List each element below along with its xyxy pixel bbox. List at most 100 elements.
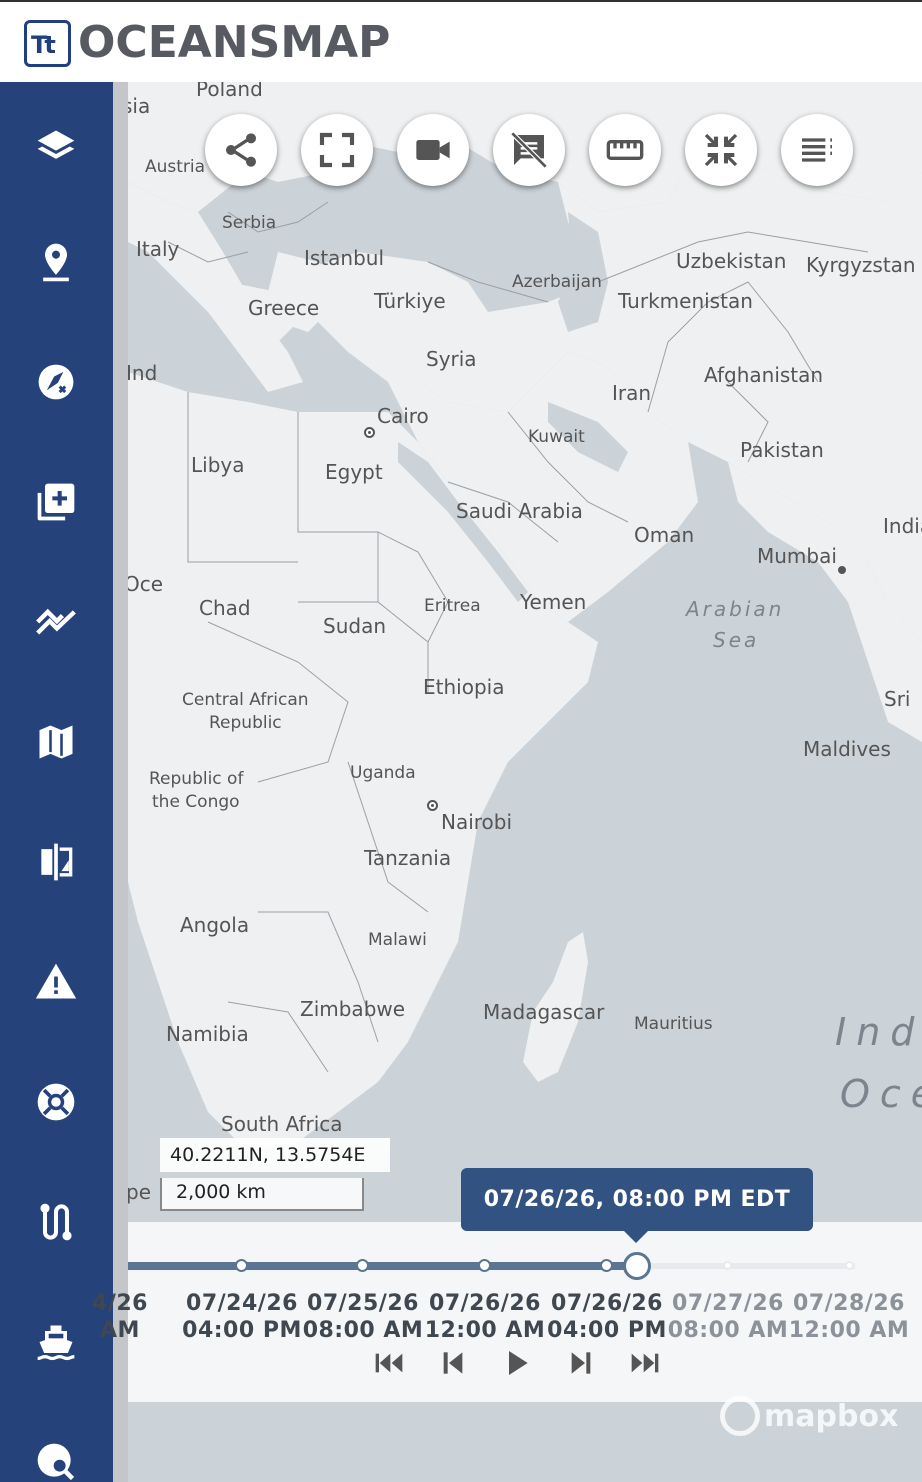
timeline-slider-thumb[interactable] <box>623 1252 651 1280</box>
fullscreen-icon <box>319 132 355 168</box>
tick-time: 08:00 AM <box>302 1318 424 1343</box>
step-back-icon <box>443 1352 463 1374</box>
mapbox-logo-icon <box>720 1396 760 1436</box>
map-label: India <box>883 514 922 538</box>
map-label: Istanbul <box>304 246 385 270</box>
tick-time: 12:00 AM <box>788 1318 910 1343</box>
map-label: Kuwait <box>528 427 585 447</box>
record-button[interactable] <box>397 114 469 186</box>
tick-date: 07/25/26 <box>307 1291 419 1316</box>
map-label: Chad <box>199 596 251 620</box>
chart-button[interactable] <box>26 592 86 652</box>
map-label: Ind <box>128 361 158 385</box>
collapse-icon <box>704 133 738 167</box>
cursor-coordinates: 40.2211N, 13.5754E <box>160 1138 390 1172</box>
timeline-step[interactable] <box>478 1259 491 1272</box>
map-label: Cairo <box>377 404 429 428</box>
map-label: Austria <box>145 157 206 177</box>
add-layer-button[interactable] <box>26 472 86 532</box>
timeline-step[interactable] <box>845 1261 854 1270</box>
timeline-tick-label: 07/24/26 04:00 PM <box>180 1290 304 1344</box>
chart-line-icon <box>36 608 76 635</box>
skip-to-end-button[interactable] <box>628 1346 662 1380</box>
map-label: the Congo <box>152 792 240 812</box>
legend-menu-button[interactable] <box>781 114 853 186</box>
map-label: Angola <box>180 913 250 937</box>
map-label: Maldives <box>803 737 891 761</box>
location-pin-icon <box>43 243 69 282</box>
timeline-track-remaining[interactable] <box>635 1263 855 1269</box>
route-button[interactable] <box>26 1192 86 1252</box>
timeline-step[interactable] <box>235 1259 248 1272</box>
map-label: pe <box>128 1180 151 1204</box>
step-back-button[interactable] <box>436 1346 470 1380</box>
map-label: Poland <box>196 82 263 101</box>
city-marker <box>427 800 438 811</box>
app-title: OCEANSMAP <box>78 17 391 68</box>
ruler-icon <box>606 140 644 160</box>
play-button[interactable] <box>500 1346 534 1380</box>
map-label: sia <box>128 94 151 118</box>
map-label: Syria <box>426 347 477 371</box>
tick-date: 07/26/26 <box>429 1291 541 1316</box>
tick-time: 04:00 PM <box>182 1318 302 1343</box>
timeline-step[interactable] <box>356 1259 369 1272</box>
step-forward-icon <box>571 1352 591 1374</box>
logo-mark[interactable]: Tt <box>24 20 71 67</box>
timeline-tick-label: 07/25/26 08:00 AM <box>301 1290 425 1344</box>
sidebar <box>0 82 113 1482</box>
timeline-step[interactable] <box>600 1259 613 1272</box>
fullscreen-button[interactable] <box>301 114 373 186</box>
tick-date: 4/26 <box>92 1291 148 1316</box>
lifebuoy-icon <box>37 1083 75 1121</box>
map-label: Serbia <box>222 213 277 233</box>
mapbox-attribution[interactable]: mapbox <box>720 1396 898 1436</box>
sidebar-scrollbar[interactable] <box>113 82 128 1482</box>
step-forward-button[interactable] <box>564 1346 598 1380</box>
city-marker <box>364 427 375 438</box>
timeline-tick-label: 4/26 AM <box>58 1290 182 1344</box>
add-layer-icon <box>37 483 75 521</box>
map-label: Madagascar <box>483 1000 605 1024</box>
map-label: Sudan <box>323 614 386 638</box>
search-globe-icon <box>37 1443 75 1481</box>
search-globe-button[interactable] <box>26 1432 86 1482</box>
compass-button[interactable] <box>26 352 86 412</box>
map-label: Kyrgyzstan <box>806 253 916 277</box>
share-button[interactable] <box>205 114 277 186</box>
map-label: Zimbabwe <box>300 997 406 1021</box>
timeline-step[interactable] <box>723 1261 732 1270</box>
map-label: Sri <box>884 687 911 711</box>
measure-button[interactable] <box>589 114 661 186</box>
city-marker <box>838 566 846 574</box>
map-label: Pakistan <box>740 438 824 462</box>
timeline-tick-label: 07/26/26 04:00 PM <box>545 1290 669 1344</box>
current-time-tooltip: 07/26/26, 08:00 PM EDT <box>461 1168 813 1243</box>
warnings-button[interactable] <box>26 952 86 1012</box>
hide-legend-icon <box>510 131 548 169</box>
map-label: Egypt <box>325 460 383 484</box>
timeline-track-elapsed[interactable] <box>128 1262 635 1270</box>
map-label: Uzbekistan <box>676 249 787 273</box>
map-label: Oman <box>634 523 695 547</box>
help-button[interactable] <box>26 1072 86 1132</box>
compass-icon <box>38 364 74 400</box>
map-label: Uganda <box>350 763 416 783</box>
scale-bar: 2,000 km <box>160 1178 364 1211</box>
timeline-tick-label: 07/28/26 12:00 AM <box>787 1290 911 1344</box>
compare-button[interactable] <box>26 832 86 892</box>
mapbox-wordmark: mapbox <box>764 1398 899 1434</box>
map-label: Libya <box>191 453 245 477</box>
toggle-legend-button[interactable] <box>493 114 565 186</box>
map-button[interactable] <box>26 712 86 772</box>
map-label: Iran <box>612 381 652 405</box>
skip-to-start-icon <box>375 1353 403 1373</box>
location-button[interactable] <box>26 232 86 292</box>
skip-to-start-button[interactable] <box>372 1346 406 1380</box>
map-label: Saudi Arabia <box>456 499 583 523</box>
list-menu-icon <box>802 138 832 162</box>
collapse-button[interactable] <box>685 114 757 186</box>
map-label: Azerbaijan <box>512 272 602 292</box>
layers-icon <box>37 130 75 159</box>
layers-button[interactable] <box>26 117 86 177</box>
